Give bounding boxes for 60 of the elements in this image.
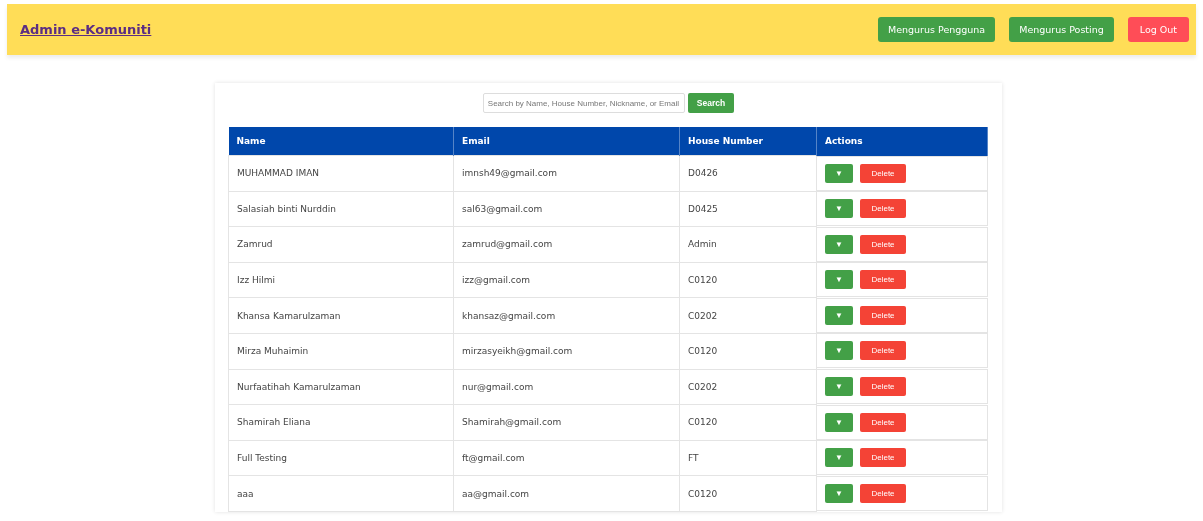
delete-button[interactable]: Delete (860, 412, 906, 432)
table-cell: zamrud@gmail.com (453, 226, 680, 263)
table-cell: Full Testing (228, 440, 454, 476)
delete-button[interactable]: Delete (860, 377, 906, 397)
table-cell: Shamirah@gmail.com (453, 404, 680, 441)
expand-button[interactable]: ▼ (825, 270, 853, 290)
table-cell: C0202 (679, 369, 817, 405)
column-header: Actions (816, 127, 988, 156)
expand-button[interactable]: ▼ (825, 377, 853, 397)
table-cell: Nurfaatihah Kamarulzaman (228, 369, 454, 405)
table-cell: Shamirah Eliana (228, 404, 454, 441)
table-cell: MUHAMMAD IMAN (228, 155, 454, 192)
column-header: House Number (679, 127, 817, 156)
expand-button[interactable]: ▼ (825, 305, 853, 325)
delete-button[interactable]: Delete (860, 163, 906, 183)
nav-button[interactable]: Mengurus Posting (1009, 17, 1114, 42)
delete-button[interactable]: Delete (860, 305, 906, 325)
table-cell: Salasiah binti Nurddin (228, 191, 454, 227)
table-cell: mirzasyeikh@gmail.com (453, 333, 680, 370)
table-cell: aa@gmail.com (453, 475, 680, 512)
expand-button[interactable]: ▼ (825, 412, 853, 432)
table-cell: C0120 (679, 333, 817, 370)
table-cell: Mirza Muhaimin (228, 333, 454, 370)
table-cell: Izz Hilmi (228, 262, 454, 298)
table-cell: aaa (228, 475, 454, 512)
column-header: Name (228, 127, 454, 156)
table-cell: D0426 (679, 155, 817, 192)
table-cell: Admin (679, 226, 817, 263)
table-cell: imnsh49@gmail.com (453, 155, 680, 192)
table-cell: nur@gmail.com (453, 369, 680, 405)
site-title-link[interactable]: Admin e-Komuniti (20, 22, 152, 37)
expand-button[interactable]: ▼ (825, 483, 853, 503)
search-field[interactable]: Search by Name, House Number, Nickname, or Email (482, 93, 685, 113)
table-cell: C0120 (679, 262, 817, 298)
expand-button[interactable]: ▼ (825, 234, 853, 254)
table-cell: C0120 (679, 404, 817, 441)
table-cell: sal63@gmail.com (453, 191, 680, 227)
expand-button[interactable]: ▼ (825, 341, 853, 361)
expand-button[interactable]: ▼ (825, 448, 853, 468)
delete-button[interactable]: Delete (860, 341, 906, 361)
delete-button[interactable]: Delete (860, 199, 906, 219)
expand-button[interactable]: ▼ (825, 163, 853, 183)
nav-button[interactable]: Mengurus Pengguna (878, 17, 996, 42)
table-cell: khansaz@gmail.com (453, 297, 680, 334)
expand-button[interactable]: ▼ (825, 199, 853, 219)
table-cell: C0202 (679, 297, 817, 334)
delete-button[interactable]: Delete (860, 270, 906, 290)
search-button[interactable]: Search (687, 93, 735, 113)
table-cell: C0120 (679, 475, 817, 512)
table-cell: Khansa Kamarulzaman (228, 297, 454, 334)
delete-button[interactable]: Delete (860, 448, 906, 468)
table-cell: ft@gmail.com (453, 440, 680, 476)
table-cell: FT (679, 440, 817, 476)
table-cell: D0425 (679, 191, 817, 227)
delete-button[interactable]: Delete (860, 234, 906, 254)
delete-button[interactable]: Delete (860, 483, 906, 503)
logout-button[interactable]: Log Out (1127, 17, 1189, 42)
table-cell: izz@gmail.com (453, 262, 680, 298)
column-header: Email (453, 127, 680, 156)
table-cell: Zamrud (228, 226, 454, 263)
